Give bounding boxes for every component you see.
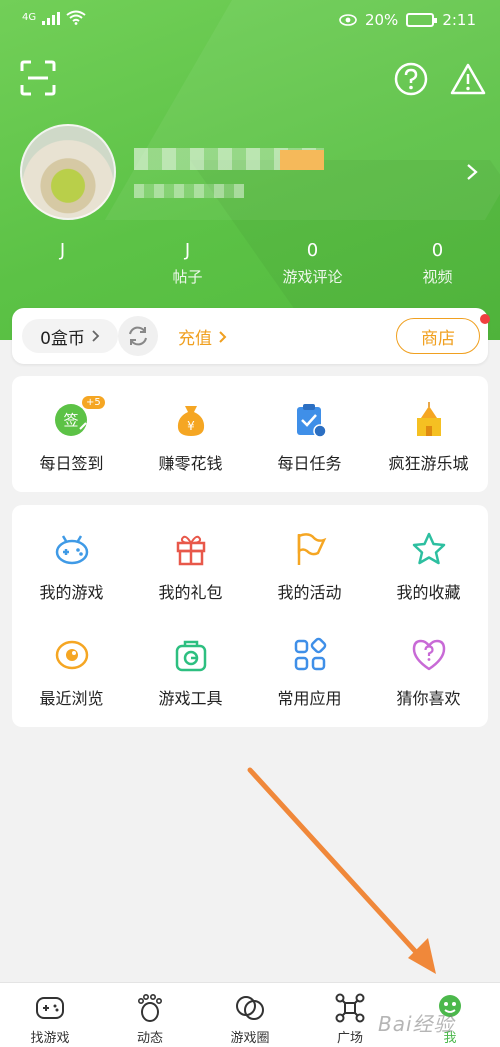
- recharge-link[interactable]: 充值: [178, 324, 227, 349]
- common-apps[interactable]: 常用应用: [250, 611, 369, 717]
- stat-game-reviews[interactable]: 0 游戏评论: [250, 238, 375, 286]
- task-clipboard-icon: [296, 404, 327, 438]
- stat-label: [0, 266, 125, 286]
- svg-text:¥: ¥: [187, 419, 195, 433]
- nav-label: 游戏圈: [230, 1031, 270, 1046]
- daily-crazy-park[interactable]: 疯狂游乐城: [369, 376, 488, 482]
- daily-card: 签 +5 每日签到 ¥ 赚零花钱 每日任务 疯狂游乐城: [12, 376, 488, 492]
- feature-label: 我的礼包: [158, 583, 223, 602]
- sign-in-bonus-badge: +5: [82, 396, 105, 409]
- svg-text:签: 签: [63, 412, 78, 430]
- feature-label: 常用应用: [277, 689, 342, 708]
- money-bag-icon: ¥: [177, 406, 204, 436]
- gamepad-icon: [55, 535, 88, 565]
- features-card: 我的游戏 我的礼包 我的活动 我的收藏 最近浏览 游戏工具 常用应用 猜你喜欢: [12, 505, 488, 727]
- annotation-arrow: [247, 767, 436, 974]
- signal-icon: [42, 11, 61, 25]
- chevron-right-icon: [92, 330, 100, 342]
- stat-value: 0: [431, 240, 444, 261]
- shop-label: 商店: [421, 328, 455, 349]
- nav-find-games[interactable]: 找游戏: [0, 983, 100, 1047]
- refresh-icon: [129, 326, 147, 346]
- game-tools[interactable]: 游戏工具: [131, 611, 250, 717]
- profile-stats: J J 帖子 0 游戏评论 0 视频: [0, 238, 500, 286]
- report-warning-icon[interactable]: [450, 62, 486, 96]
- star-icon: [412, 532, 445, 565]
- feature-label: 我的收藏: [396, 583, 461, 602]
- stat-value: J: [184, 240, 191, 261]
- castle-icon: [416, 402, 441, 436]
- level-badge: [280, 150, 324, 170]
- footprint-icon: [138, 993, 162, 1022]
- avatar[interactable]: [20, 124, 116, 220]
- coin-balance-text: 0盒币: [40, 328, 85, 349]
- nav-feed[interactable]: 动态: [100, 983, 200, 1047]
- scan-icon[interactable]: [20, 60, 56, 96]
- flag-icon: [297, 533, 326, 565]
- eye-icon: [55, 640, 88, 670]
- stat-label: 游戏评论: [282, 268, 343, 286]
- status-right: 20% 2:11: [339, 11, 476, 29]
- chevron-right-icon: [219, 330, 227, 343]
- daily-earn-money[interactable]: ¥ 赚零花钱: [131, 376, 250, 482]
- network-label: 4G: [22, 12, 37, 23]
- daily-sign-in[interactable]: 签 +5 每日签到: [12, 376, 131, 482]
- nav-game-circle[interactable]: 游戏圈: [200, 983, 300, 1047]
- guess-you-like[interactable]: 猜你喜欢: [369, 611, 488, 717]
- shop-button[interactable]: 商店: [396, 318, 480, 354]
- apps-grid-icon: [294, 637, 326, 671]
- toolbox-icon: [175, 640, 206, 672]
- daily-label: 每日任务: [277, 454, 342, 473]
- daily-label: 疯狂游乐城: [388, 454, 469, 473]
- feature-label: 最近浏览: [39, 689, 104, 708]
- stat-label: 视频: [422, 268, 453, 286]
- battery-percent: 20%: [364, 11, 399, 29]
- help-icon[interactable]: [394, 62, 428, 96]
- chevron-right-icon[interactable]: [464, 162, 480, 182]
- stat-follow[interactable]: J: [0, 238, 125, 286]
- nav-label: 广场: [336, 1031, 363, 1046]
- feature-label: 我的活动: [277, 583, 342, 602]
- feature-label: 游戏工具: [158, 689, 223, 708]
- coin-balance[interactable]: 0盒币: [22, 319, 118, 353]
- stat-videos[interactable]: 0 视频: [375, 238, 500, 286]
- profile-header: 4G 20% 2:11 J J 帖子 0 游戏评论 0 视频: [0, 0, 500, 340]
- feature-label: 我的游戏: [39, 583, 104, 602]
- my-favorites[interactable]: 我的收藏: [369, 505, 488, 611]
- nav-label: 动态: [136, 1031, 163, 1046]
- user-info-redacted: [134, 184, 244, 198]
- nav-label: 找游戏: [30, 1031, 70, 1046]
- stat-posts[interactable]: J 帖子: [125, 238, 250, 286]
- stat-value: 0: [306, 240, 319, 261]
- stat-value: J: [59, 240, 66, 261]
- refresh-button[interactable]: [118, 316, 158, 356]
- recharge-label: 充值: [178, 329, 212, 349]
- coin-bar: 0盒币 充值 商店: [12, 308, 490, 364]
- heart-question-icon: [412, 639, 445, 671]
- hub-icon: [335, 993, 365, 1023]
- wifi-icon: [66, 10, 86, 25]
- recent-browsing[interactable]: 最近浏览: [12, 611, 131, 717]
- status-bar: 4G 20% 2:11: [0, 0, 500, 42]
- stat-label: 帖子: [172, 268, 203, 286]
- my-games[interactable]: 我的游戏: [12, 505, 131, 611]
- gamepad-nav-icon: [36, 997, 64, 1019]
- circles-icon: [236, 996, 264, 1020]
- daily-tasks[interactable]: 每日任务: [250, 376, 369, 482]
- gift-icon: [176, 535, 205, 566]
- daily-label: 每日签到: [39, 454, 104, 473]
- notification-dot: [480, 314, 490, 324]
- status-left: 4G: [22, 10, 86, 25]
- my-gifts[interactable]: 我的礼包: [131, 505, 250, 611]
- clock: 2:11: [442, 11, 476, 29]
- eye-comfort-icon: [339, 14, 357, 26]
- battery-icon: [406, 13, 438, 27]
- watermark: Bai经验: [378, 1012, 455, 1036]
- my-activities[interactable]: 我的活动: [250, 505, 369, 611]
- feature-label: 猜你喜欢: [396, 689, 461, 708]
- daily-label: 赚零花钱: [158, 454, 223, 473]
